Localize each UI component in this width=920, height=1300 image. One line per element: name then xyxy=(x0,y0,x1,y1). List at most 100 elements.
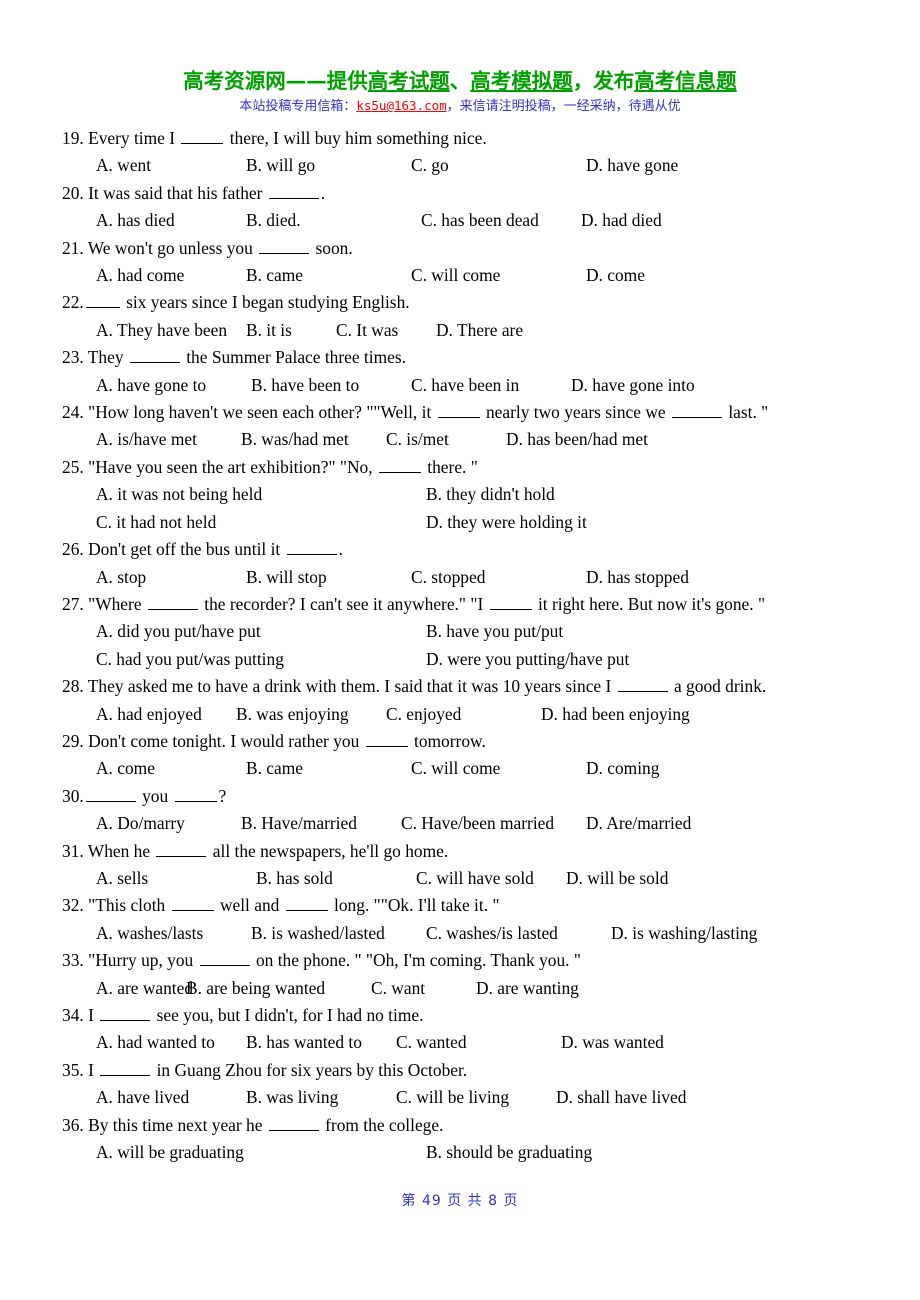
option-choice[interactable]: D. has been/had met xyxy=(506,426,648,453)
option-choice[interactable]: D. There are xyxy=(436,317,523,344)
answer-blank[interactable] xyxy=(147,593,198,610)
option-choice[interactable]: B. is washed/lasted xyxy=(251,920,426,947)
answer-blank[interactable] xyxy=(437,401,480,419)
option-choice[interactable]: B. has wanted to xyxy=(246,1029,396,1056)
option-choice[interactable]: A. it was not being held xyxy=(96,481,426,508)
option-choice[interactable]: A. are wanted xyxy=(96,975,193,1002)
answer-blank[interactable] xyxy=(617,675,668,693)
option-choice[interactable]: D. was wanted xyxy=(561,1029,664,1056)
answer-blank[interactable] xyxy=(100,1004,151,1021)
option-choice[interactable]: C. will have sold xyxy=(416,865,566,892)
option-choice[interactable]: D. were you putting/have put xyxy=(426,646,629,673)
option-choice[interactable]: D. has stopped xyxy=(586,564,689,591)
option-choice[interactable]: B. has sold xyxy=(256,865,416,892)
option-choice[interactable]: A. have lived xyxy=(96,1084,246,1111)
option-choice[interactable]: A. stop xyxy=(96,564,246,591)
option-choice[interactable]: A. is/have met xyxy=(96,426,241,453)
option-choice[interactable]: C. have been in xyxy=(411,372,571,399)
option-choice[interactable]: C. wanted xyxy=(396,1029,561,1056)
answer-blank[interactable] xyxy=(85,291,120,309)
option-choice[interactable]: D. will be sold xyxy=(566,865,668,892)
answer-blank[interactable] xyxy=(199,949,250,967)
option-choice[interactable]: C. It was xyxy=(336,317,436,344)
stem-text: . xyxy=(338,539,343,560)
banner-title-part-5[interactable]: 高考信息题 xyxy=(634,69,737,93)
option-choice[interactable]: C. go xyxy=(411,152,586,179)
option-choice[interactable]: A. went xyxy=(96,152,246,179)
option-choice[interactable]: B. have you put/put xyxy=(426,618,563,645)
option-choice[interactable]: B. will stop xyxy=(246,564,411,591)
answer-blank[interactable] xyxy=(174,785,217,802)
option-choice[interactable]: D. they were holding it xyxy=(426,509,587,536)
option-choice[interactable]: B. Have/married xyxy=(241,810,401,837)
answer-blank[interactable] xyxy=(268,182,319,199)
option-choice[interactable]: B. have been to xyxy=(251,372,411,399)
option-choice[interactable]: B. are being wanted xyxy=(186,975,371,1002)
option-choice[interactable]: A. have gone to xyxy=(96,372,251,399)
option-choice[interactable]: C. want xyxy=(371,975,476,1002)
answer-blank[interactable] xyxy=(489,593,532,610)
option-choice[interactable]: C. Have/been married xyxy=(401,810,586,837)
option-choice[interactable]: B. they didn't hold xyxy=(426,481,555,508)
answer-blank[interactable] xyxy=(181,127,224,144)
answer-blank[interactable] xyxy=(129,346,180,364)
banner-title-part-1[interactable]: 高考试题 xyxy=(368,69,450,93)
option-choice[interactable]: D. come xyxy=(586,262,645,289)
answer-blank[interactable] xyxy=(156,840,207,857)
answer-blank[interactable] xyxy=(100,1059,151,1076)
option-choice[interactable]: B. was living xyxy=(246,1084,396,1111)
option-choice[interactable]: A. has died xyxy=(96,207,246,234)
option-choice[interactable]: B. was/had met xyxy=(241,426,386,453)
option-choice[interactable]: D. have gone into xyxy=(571,372,695,399)
option-choice[interactable]: B. will go xyxy=(246,152,411,179)
option-choice[interactable]: C. is/met xyxy=(386,426,506,453)
option-choice[interactable]: C. will come xyxy=(411,755,586,782)
answer-blank[interactable] xyxy=(378,456,421,473)
answer-blank[interactable] xyxy=(671,401,722,419)
option-choice[interactable]: A. Do/marry xyxy=(96,810,241,837)
answer-blank[interactable] xyxy=(285,894,328,912)
option-choice[interactable]: D. Are/married xyxy=(586,810,691,837)
banner-title-part-3[interactable]: 高考模拟题 xyxy=(470,69,573,93)
option-choice[interactable]: B. was enjoying xyxy=(236,701,386,728)
question-stem: 33. "Hurry up, you on the phone. " "Oh, … xyxy=(62,947,858,974)
option-choice[interactable]: B. died. xyxy=(246,207,421,234)
option-choice[interactable]: A. had enjoyed xyxy=(96,701,236,728)
option-choice[interactable]: A. did you put/have put xyxy=(96,618,426,645)
option-choice[interactable]: D. shall have lived xyxy=(556,1084,686,1111)
question-options: A. it was not being held B. they didn't h… xyxy=(62,481,858,508)
option-choice[interactable]: C. will come xyxy=(411,262,586,289)
option-choice[interactable]: B. should be graduating xyxy=(426,1139,592,1166)
option-choice[interactable]: D. had died xyxy=(581,207,662,234)
option-choice[interactable]: B. came xyxy=(246,262,411,289)
option-choice[interactable]: A. washes/lasts xyxy=(96,920,251,947)
stem-text: "Hurry up, you xyxy=(83,950,198,971)
answer-blank[interactable] xyxy=(259,237,310,254)
answer-blank[interactable] xyxy=(85,785,136,802)
option-choice[interactable]: D. is washing/lasting xyxy=(611,920,757,947)
option-choice[interactable]: C. will be living xyxy=(396,1084,556,1111)
option-choice[interactable]: C. enjoyed xyxy=(386,701,541,728)
option-choice[interactable]: D. had been enjoying xyxy=(541,701,690,728)
option-choice[interactable]: B. came xyxy=(246,755,411,782)
option-choice[interactable]: D. have gone xyxy=(586,152,678,179)
answer-blank[interactable] xyxy=(365,730,408,747)
option-choice[interactable]: C. stopped xyxy=(411,564,586,591)
option-choice[interactable]: C. had you put/was putting xyxy=(96,646,426,673)
option-choice[interactable]: B. it is xyxy=(246,317,336,344)
answer-blank[interactable] xyxy=(171,894,214,912)
option-choice[interactable]: A. had wanted to xyxy=(96,1029,246,1056)
answer-blank[interactable] xyxy=(268,1114,319,1131)
option-choice[interactable]: A. had come xyxy=(96,262,246,289)
option-choice[interactable]: A. come xyxy=(96,755,246,782)
option-choice[interactable]: D. coming xyxy=(586,755,659,782)
option-choice[interactable]: C. has been dead xyxy=(421,207,581,234)
option-choice[interactable]: A. will be graduating xyxy=(96,1139,426,1166)
option-choice[interactable]: A. They have been xyxy=(96,317,246,344)
contact-email-link[interactable]: ks5u@163.com xyxy=(356,98,446,113)
answer-blank[interactable] xyxy=(286,538,337,556)
option-choice[interactable]: D. are wanting xyxy=(476,975,579,1002)
option-choice[interactable]: C. it had not held xyxy=(96,509,426,536)
option-choice[interactable]: C. washes/is lasted xyxy=(426,920,611,947)
option-choice[interactable]: A. sells xyxy=(96,865,256,892)
